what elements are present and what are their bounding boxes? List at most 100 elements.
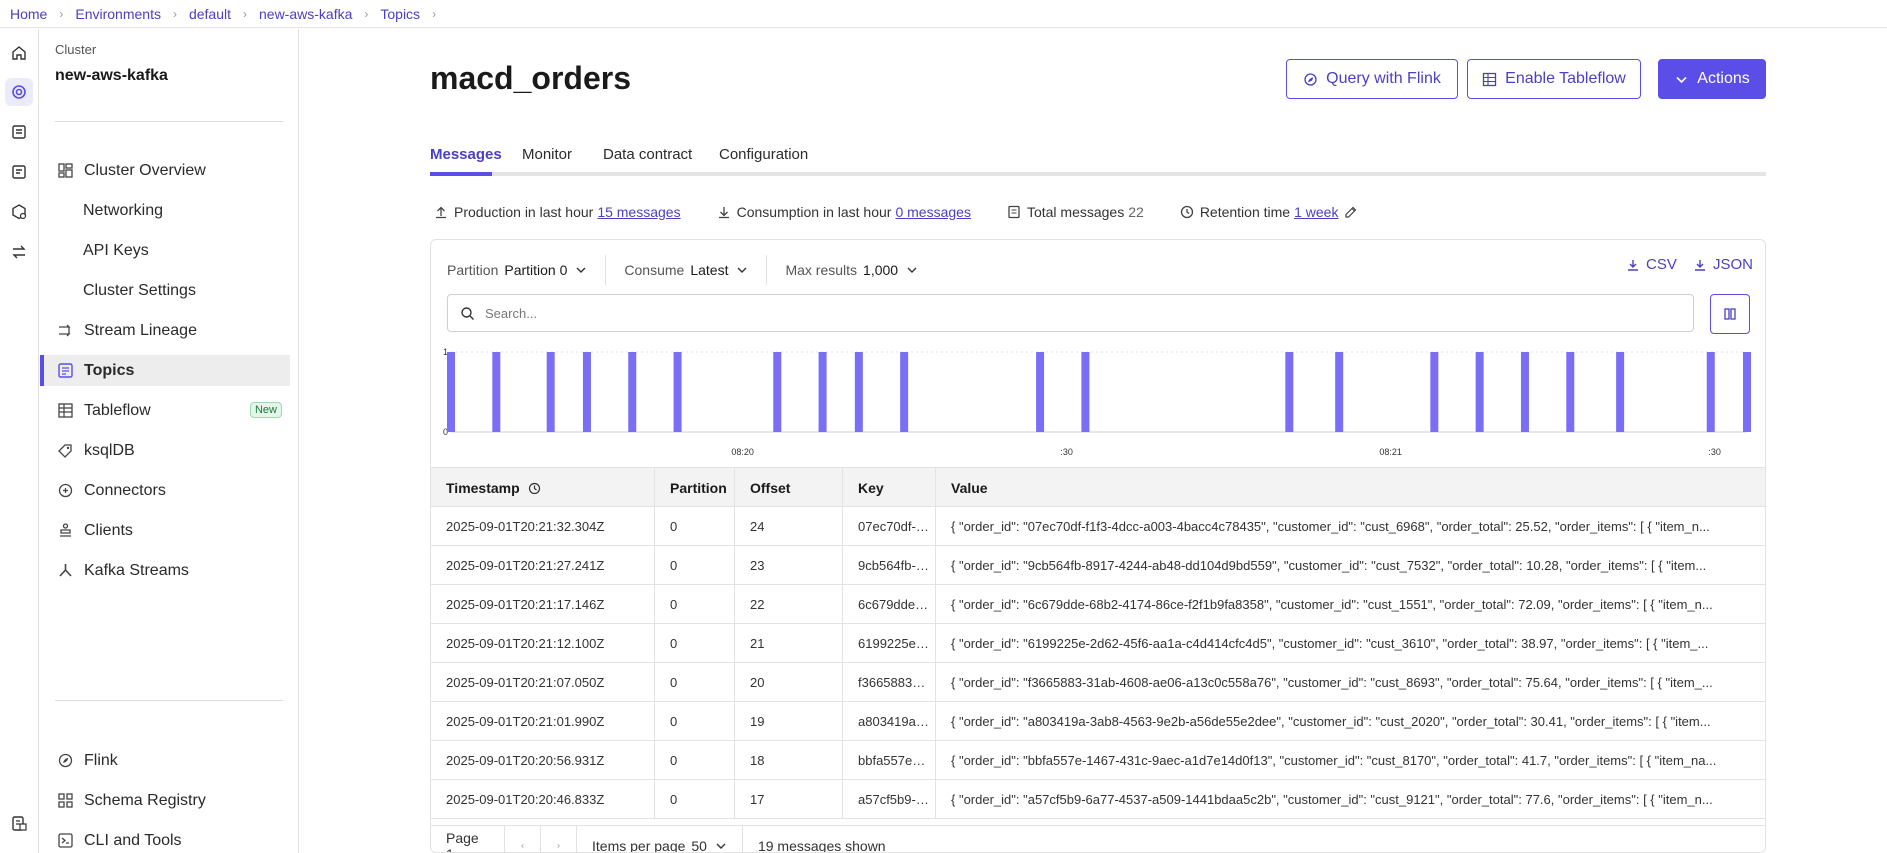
production-link[interactable]: 15 messages <box>597 204 680 220</box>
breadcrumb-home[interactable]: Home <box>10 6 47 22</box>
chart-bar[interactable] <box>900 352 909 432</box>
breadcrumb-environments[interactable]: Environments <box>75 6 161 22</box>
column-partition[interactable]: Partition <box>655 468 735 508</box>
table-row[interactable]: 2025-09-01T20:21:01.990Z 0 19 a803419a-3...… <box>431 702 1765 741</box>
docs-icon[interactable] <box>5 118 33 146</box>
table-row[interactable]: 2025-09-01T20:21:17.146Z 0 22 6c679dde-... {… <box>431 585 1765 624</box>
partition-select[interactable]: Partition Partition 0 <box>447 255 607 285</box>
retention-link[interactable]: 1 week <box>1294 204 1338 220</box>
marketplace-icon[interactable] <box>5 198 33 226</box>
column-offset[interactable]: Offset <box>735 468 843 508</box>
column-value[interactable]: Value <box>936 468 1765 508</box>
chart-bar[interactable] <box>1335 352 1344 432</box>
items-per-page-select[interactable]: Items per page 50 <box>577 825 743 853</box>
export-json-button[interactable]: JSON <box>1693 256 1753 273</box>
table-row[interactable]: 2025-09-01T20:21:07.050Z 0 20 f3665883-3...… <box>431 663 1765 702</box>
chart-bar[interactable] <box>1566 352 1575 432</box>
chart-bar[interactable] <box>1285 352 1294 432</box>
table-row[interactable]: 2025-09-01T20:21:12.100Z 0 21 6199225e-2...… <box>431 624 1765 663</box>
sidebar-item-api-keys[interactable]: API Keys <box>40 235 290 266</box>
chart-bar[interactable] <box>1706 352 1715 432</box>
chart-bar[interactable] <box>854 352 863 432</box>
cell-partition-text: 0 <box>670 792 678 807</box>
clipboard-icon[interactable] <box>5 809 33 837</box>
cell-key: bbfa557e-1... <box>843 741 936 780</box>
tab-monitor[interactable]: Monitor <box>522 146 572 163</box>
cell-partition-text: 0 <box>670 675 678 690</box>
sidebar-item-cli-and-tools[interactable]: CLI and Tools <box>40 825 290 853</box>
table-row[interactable]: 2025-09-01T20:20:56.931Z 0 18 bbfa557e-1...… <box>431 741 1765 780</box>
clock-icon[interactable] <box>528 482 541 495</box>
query-with-flink-button[interactable]: Query with Flink <box>1286 59 1458 99</box>
chart-bar[interactable] <box>773 352 782 432</box>
sidebar-item-cluster-settings[interactable]: Cluster Settings <box>40 275 290 306</box>
transfer-icon[interactable] <box>5 238 33 266</box>
max-results-select[interactable]: Max results 1,000 <box>785 255 936 285</box>
retention-stat: Retention time 1 week <box>1180 204 1365 220</box>
sidebar-item-networking[interactable]: Networking <box>40 195 290 226</box>
enable-tableflow-button[interactable]: Enable Tableflow <box>1467 59 1641 99</box>
sidebar-item-stream-lineage[interactable]: Stream Lineage <box>40 315 290 346</box>
sidebar-item-label: Connectors <box>84 481 166 499</box>
sidebar-item-schema-registry[interactable]: Schema Registry <box>40 785 290 816</box>
export-csv-button[interactable]: CSV <box>1626 256 1677 273</box>
items-per-page-label: Items per page <box>592 837 686 853</box>
previous-page-button[interactable] <box>505 825 541 852</box>
tab-configuration[interactable]: Configuration <box>719 146 808 163</box>
chart-bar[interactable] <box>582 352 591 432</box>
sidebar-item-tableflow[interactable]: Tableflow New <box>40 395 290 426</box>
message-search <box>447 294 1694 332</box>
cell-offset: 21 <box>735 624 843 663</box>
edit-icon[interactable] <box>1344 205 1358 219</box>
breadcrumb-default[interactable]: default <box>189 6 231 22</box>
consume-select[interactable]: Consume Latest <box>624 255 768 285</box>
sidebar-item-connectors[interactable]: Connectors <box>40 475 290 506</box>
tab-data-contract[interactable]: Data contract <box>603 146 692 163</box>
cell-partition-text: 0 <box>670 714 678 729</box>
breadcrumb-topics[interactable]: Topics <box>380 6 420 22</box>
sidebar-item-kafka-streams[interactable]: Kafka Streams <box>40 555 290 586</box>
search-input[interactable] <box>485 305 1693 321</box>
sidebar-item-clients[interactable]: Clients <box>40 515 290 546</box>
chart-bar[interactable] <box>1743 352 1751 432</box>
stat-label: Total messages <box>1026 204 1125 220</box>
environments-icon[interactable] <box>5 78 33 106</box>
column-toggle-button[interactable] <box>1710 294 1750 334</box>
table-row[interactable]: 2025-09-01T20:20:46.833Z 0 17 a57cf5b9-6...… <box>431 780 1765 819</box>
sidebar-item-ksqldb[interactable]: ksqlDB <box>40 435 290 466</box>
cell-timestamp-text: 2025-09-01T20:20:56.931Z <box>446 753 605 768</box>
chart-bar[interactable] <box>1475 352 1484 432</box>
chart-bar[interactable] <box>447 352 455 432</box>
sidebar-item-cluster-overview[interactable]: Cluster Overview <box>40 155 290 186</box>
table-row[interactable]: 2025-09-01T20:21:32.304Z 0 24 07ec70df-f1..… <box>431 507 1765 546</box>
next-page-button[interactable] <box>541 825 577 852</box>
chart-bar[interactable] <box>1036 352 1045 432</box>
chart-bar[interactable] <box>546 352 555 432</box>
cell-value-text: { "order_id": "bbfa557e-1467-431c-9aec-a… <box>951 753 1717 768</box>
chart-bar[interactable] <box>673 352 682 432</box>
tab-messages[interactable]: Messages <box>430 146 502 163</box>
cell-offset: 20 <box>735 663 843 702</box>
chart-bar[interactable] <box>1081 352 1090 432</box>
chart-bar[interactable] <box>492 352 501 432</box>
filter-label: Partition <box>447 262 499 278</box>
column-timestamp[interactable]: Timestamp <box>431 468 655 508</box>
chart-bar[interactable] <box>1520 352 1529 432</box>
chart-bar[interactable] <box>1616 352 1625 432</box>
actions-button[interactable]: Actions <box>1658 59 1766 99</box>
sidebar-item-topics[interactable]: Topics <box>40 355 290 386</box>
breadcrumb-cluster[interactable]: new-aws-kafka <box>259 6 352 22</box>
cell-timestamp: 2025-09-01T20:20:46.833Z <box>431 780 655 819</box>
chart-bar[interactable] <box>628 352 637 432</box>
table-row[interactable]: 2025-09-01T20:21:27.241Z 0 23 9cb564fb-8...… <box>431 546 1765 585</box>
cell-value-text: { "order_id": "6c679dde-68b2-4174-86ce-f… <box>951 597 1713 612</box>
chart-bar[interactable] <box>1430 352 1439 432</box>
sidebar-item-label: ksqlDB <box>84 441 135 459</box>
home-icon[interactable] <box>5 39 33 67</box>
cell-key-text: 6c679dde-... <box>858 597 929 612</box>
chart-bar[interactable] <box>818 352 827 432</box>
consumption-link[interactable]: 0 messages <box>895 204 970 220</box>
notes-icon[interactable] <box>5 158 33 186</box>
sidebar-item-flink[interactable]: Flink <box>40 745 290 776</box>
column-key[interactable]: Key <box>843 468 936 508</box>
